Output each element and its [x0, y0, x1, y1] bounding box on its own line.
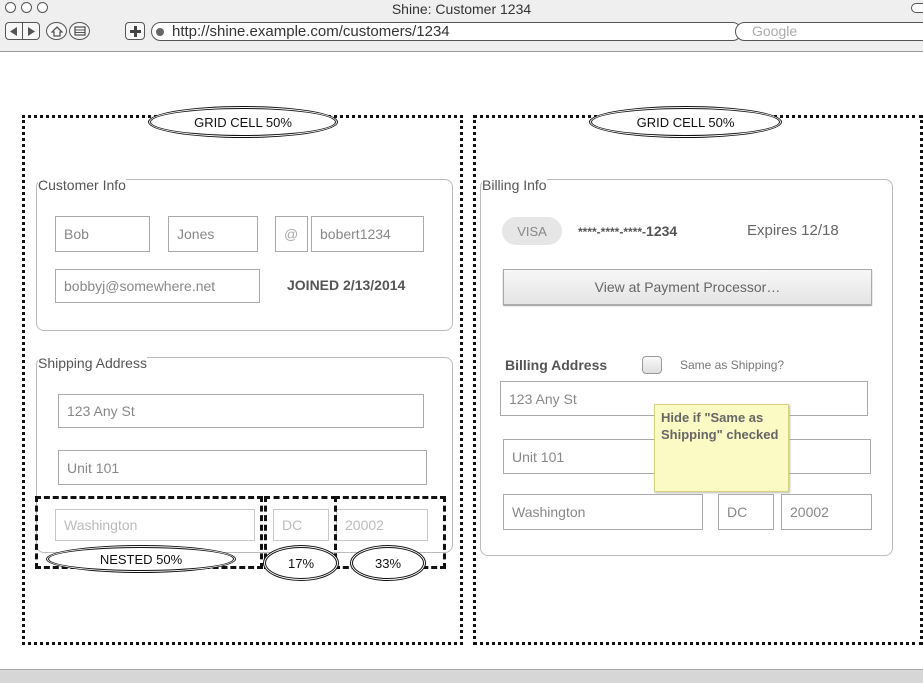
billing-state-field[interactable]: DC	[718, 494, 774, 530]
add-tab-icon[interactable]	[125, 22, 145, 40]
home-icon[interactable]	[46, 22, 67, 40]
search-placeholder: Google	[752, 23, 798, 39]
status-bar	[0, 669, 923, 683]
same-as-shipping-label: Same as Shipping?	[680, 358, 785, 372]
grid-cell-left-label: GRID CELL 50%	[148, 106, 338, 138]
last-name-field[interactable]: Jones	[168, 216, 258, 252]
nested-zip-label: 33%	[350, 545, 426, 581]
grid-cell-right-label: GRID CELL 50%	[589, 106, 782, 138]
forward-arrow-icon[interactable]	[22, 22, 40, 40]
view-payment-processor-button[interactable]: View at Payment Processor…	[503, 269, 872, 305]
same-as-shipping-checkbox[interactable]	[642, 356, 662, 374]
joined-date: JOINED 2/13/2014	[287, 277, 406, 293]
nested-state-label: 17%	[263, 545, 339, 581]
toolbar-toggle-icon[interactable]	[911, 3, 923, 13]
customer-info-legend: Customer Info	[38, 177, 126, 193]
customer-info-fieldset	[36, 179, 453, 331]
card-type-badge: VISA	[502, 217, 562, 245]
billing-zip-field[interactable]: 20002	[781, 494, 872, 530]
first-name-field[interactable]: Bob	[55, 216, 150, 252]
nested-city-label: NESTED 50%	[46, 545, 236, 573]
bookmarks-icon[interactable]	[69, 22, 90, 40]
shipping-street-field[interactable]: 123 Any St	[58, 394, 424, 428]
shipping-unit-field[interactable]: Unit 101	[58, 450, 427, 485]
billing-address-heading: Billing Address	[505, 357, 608, 373]
sticky-note: Hide if "Same as Shipping" checked	[654, 404, 789, 492]
card-number-mask: ****-****-****-1234	[578, 223, 678, 239]
address-bar-url: http://shine.example.com/customers/1234	[172, 23, 450, 40]
back-arrow-icon[interactable]	[5, 22, 23, 40]
shipping-address-legend: Shipping Address	[38, 355, 147, 371]
billing-info-legend: Billing Info	[482, 177, 547, 193]
window-title: Shine: Customer 1234	[391, 1, 532, 17]
at-addon: @	[275, 216, 308, 252]
globe-icon	[156, 28, 164, 36]
username-field[interactable]: bobert1234	[311, 216, 424, 252]
billing-city-field[interactable]: Washington	[503, 494, 703, 530]
card-expiry: Expires 12/18	[747, 222, 839, 239]
email-field[interactable]: bobbyj@somewhere.net	[55, 269, 260, 303]
